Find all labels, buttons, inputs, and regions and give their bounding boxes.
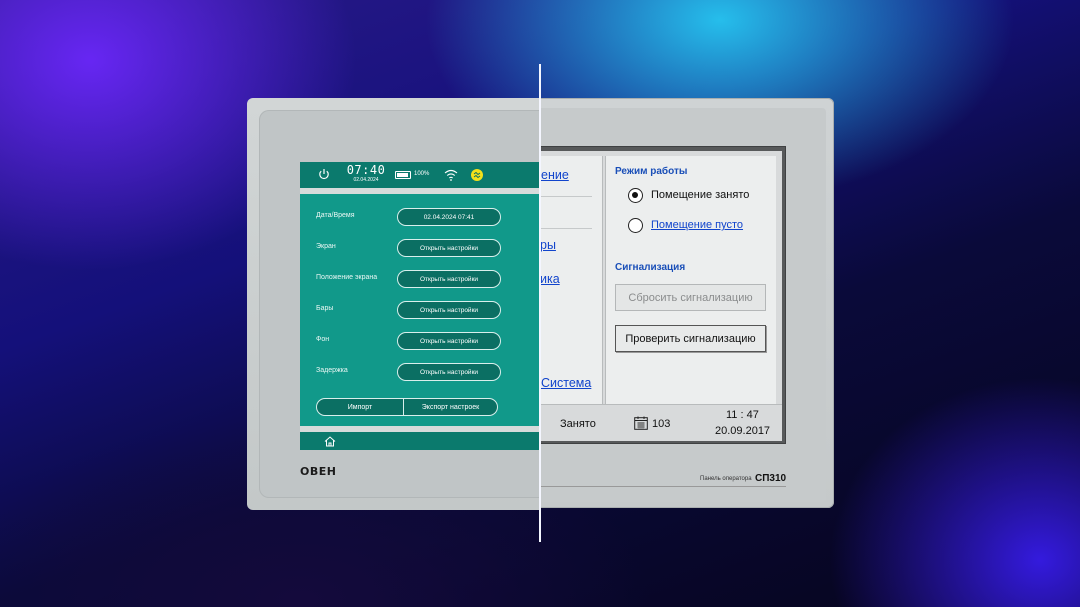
event-count: 103 bbox=[652, 418, 671, 430]
nav-link-1[interactable]: ры bbox=[540, 238, 556, 252]
row-label-screen-position: Положение экрана bbox=[316, 274, 378, 281]
home-icon[interactable] bbox=[324, 436, 336, 447]
wifi-icon bbox=[444, 169, 458, 181]
row-label-delay: Задержка bbox=[316, 367, 348, 374]
reset-alarm-button[interactable]: Сбросить сигнализацию bbox=[615, 284, 766, 311]
status-date: 20.09.2017 bbox=[715, 425, 771, 437]
clock-date: 02.04.2024 bbox=[353, 177, 379, 183]
background-settings-button[interactable]: Открыть настройки bbox=[397, 332, 501, 350]
nav-divider bbox=[540, 228, 592, 229]
datetime-button[interactable]: 02.04.2024 07:41 bbox=[397, 208, 501, 226]
settings-list: Дата/Время 02.04.2024 07:41 Экран Открыт… bbox=[300, 194, 540, 430]
delay-settings-button[interactable]: Открыть настройки bbox=[397, 363, 501, 381]
alarm-section-title: Сигнализация bbox=[615, 262, 686, 273]
nav-link-0[interactable]: ение bbox=[541, 168, 569, 182]
screen-position-settings-button[interactable]: Открыть настройки bbox=[397, 270, 501, 288]
nav-link-system[interactable]: Система bbox=[541, 376, 591, 390]
radio-empty-label[interactable]: Помещение пусто bbox=[651, 219, 743, 231]
row-label-screen: Экран bbox=[316, 243, 336, 250]
bottom-bar bbox=[300, 432, 540, 450]
panel-caption: Панель оператора bbox=[700, 476, 752, 482]
row-label-bars: Бары bbox=[316, 305, 334, 312]
status-time: 11 : 47 bbox=[726, 409, 759, 421]
mode-section-title: Режим работы bbox=[615, 166, 688, 177]
status-bar: 07:40 02.04.2024 100% bbox=[300, 162, 540, 188]
row-label-datetime: Дата/Время bbox=[316, 212, 355, 219]
check-alarm-button[interactable]: Проверить сигнализацию bbox=[615, 325, 766, 352]
radio-empty[interactable] bbox=[628, 218, 643, 233]
panel-model: СП310 bbox=[755, 473, 787, 484]
clock-time: 07:40 bbox=[346, 163, 386, 177]
export-settings-button[interactable]: Экспорт настроек bbox=[403, 398, 498, 416]
comparison-divider bbox=[539, 64, 541, 542]
screen-settings-button[interactable]: Открыть настройки bbox=[397, 239, 501, 257]
connection-status-icon bbox=[471, 169, 483, 181]
radio-occupied-label[interactable]: Помещение занято bbox=[651, 189, 749, 201]
brand-logo: ОВЕН bbox=[300, 465, 337, 478]
occupancy-status: Занято bbox=[560, 418, 596, 430]
new-ui-screen: 07:40 02.04.2024 100% Дата/Время 02.04.2… bbox=[300, 162, 540, 450]
nav-divider bbox=[540, 196, 592, 197]
device-rule bbox=[540, 486, 786, 487]
battery-icon bbox=[395, 171, 411, 179]
nav-link-2[interactable]: ика bbox=[540, 272, 560, 286]
radio-occupied[interactable] bbox=[628, 188, 643, 203]
clock: 07:40 02.04.2024 bbox=[346, 163, 386, 184]
row-label-background: Фон bbox=[316, 336, 330, 343]
power-icon[interactable] bbox=[318, 168, 330, 180]
battery-level: 100% bbox=[414, 171, 430, 177]
import-button[interactable]: Импорт bbox=[316, 398, 404, 416]
bars-settings-button[interactable]: Открыть настройки bbox=[397, 301, 501, 319]
calendar-icon bbox=[634, 416, 648, 430]
